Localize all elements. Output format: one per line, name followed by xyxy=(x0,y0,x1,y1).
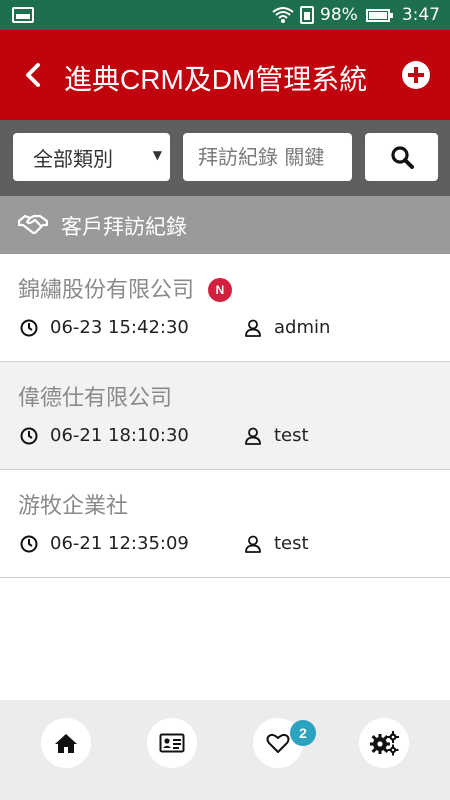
plus-circle-icon xyxy=(408,67,424,83)
user-icon xyxy=(245,535,261,553)
status-time: 3:47 xyxy=(401,5,440,25)
visit-datetime: 06-23 15:42:30 xyxy=(50,317,189,338)
company-name: 錦繡股份有限公司 xyxy=(18,278,195,303)
record-list: 錦繡股份有限公司 N 06-23 15:42:30 admin 偉德仕有限公司 … xyxy=(0,254,450,578)
list-item[interactable]: 錦繡股份有限公司 N 06-23 15:42:30 admin xyxy=(0,254,450,362)
company-name: 游牧企業社 xyxy=(18,494,129,519)
user-icon xyxy=(245,427,261,445)
caret-down-icon: ▼ xyxy=(152,148,162,162)
search-input[interactable] xyxy=(183,133,352,181)
wifi-icon xyxy=(272,7,294,23)
user-name: test xyxy=(274,425,309,446)
chevron-left-icon xyxy=(26,63,40,87)
handshake-icon xyxy=(18,214,48,235)
list-item[interactable]: 游牧企業社 06-21 12:35:09 test xyxy=(0,470,450,578)
app-bar: 進典CRM及DM管理系統 xyxy=(0,30,450,120)
visit-user: admin xyxy=(244,317,330,338)
nav-contacts-button[interactable] xyxy=(147,718,197,768)
user-name: test xyxy=(274,533,309,554)
contact-card-icon xyxy=(159,733,185,753)
user-icon xyxy=(245,319,261,337)
section-title: 客戶拜訪紀錄 xyxy=(61,215,187,239)
visit-time: 06-21 18:10:30 xyxy=(20,425,189,446)
search-button[interactable] xyxy=(365,133,438,181)
battery-percent: 98% xyxy=(320,5,358,25)
new-badge: N xyxy=(208,278,232,302)
clock-icon xyxy=(20,535,38,552)
nav-home-button[interactable] xyxy=(41,718,91,768)
home-icon xyxy=(55,734,77,753)
clock-icon xyxy=(20,427,38,444)
visit-user: test xyxy=(244,425,309,446)
clock-icon xyxy=(20,319,38,336)
heart-icon xyxy=(266,733,290,753)
back-button[interactable] xyxy=(18,60,48,90)
list-item[interactable]: 偉德仕有限公司 06-21 18:10:30 test xyxy=(0,362,450,470)
battery-icon xyxy=(365,8,393,22)
section-header: 客戶拜訪紀錄 xyxy=(0,196,450,254)
category-select[interactable]: 全部類別 ▼ xyxy=(13,133,170,181)
image-icon xyxy=(12,7,34,23)
visit-time: 06-23 15:42:30 xyxy=(20,317,189,338)
filter-bar: 全部類別 ▼ xyxy=(0,120,450,196)
category-select-value: 全部類別 xyxy=(33,146,113,171)
sim-icon xyxy=(300,6,315,24)
nav-settings-button[interactable] xyxy=(359,718,409,768)
status-bar: 98% 3:47 xyxy=(0,0,450,30)
user-name: admin xyxy=(274,317,331,338)
visit-time: 06-21 12:35:09 xyxy=(20,533,189,554)
company-name: 偉德仕有限公司 xyxy=(18,386,173,411)
add-record-button[interactable] xyxy=(402,61,430,89)
search-icon xyxy=(390,146,414,169)
app-title: 進典CRM及DM管理系統 xyxy=(64,64,368,95)
bottom-nav: 2 xyxy=(0,700,450,800)
visit-datetime: 06-21 12:35:09 xyxy=(50,533,189,554)
visit-user: test xyxy=(244,533,309,554)
favorites-count-badge: 2 xyxy=(290,720,316,746)
status-bar-right: 98% 3:47 xyxy=(272,0,440,30)
visit-datetime: 06-21 18:10:30 xyxy=(50,425,189,446)
gears-icon xyxy=(370,731,399,756)
